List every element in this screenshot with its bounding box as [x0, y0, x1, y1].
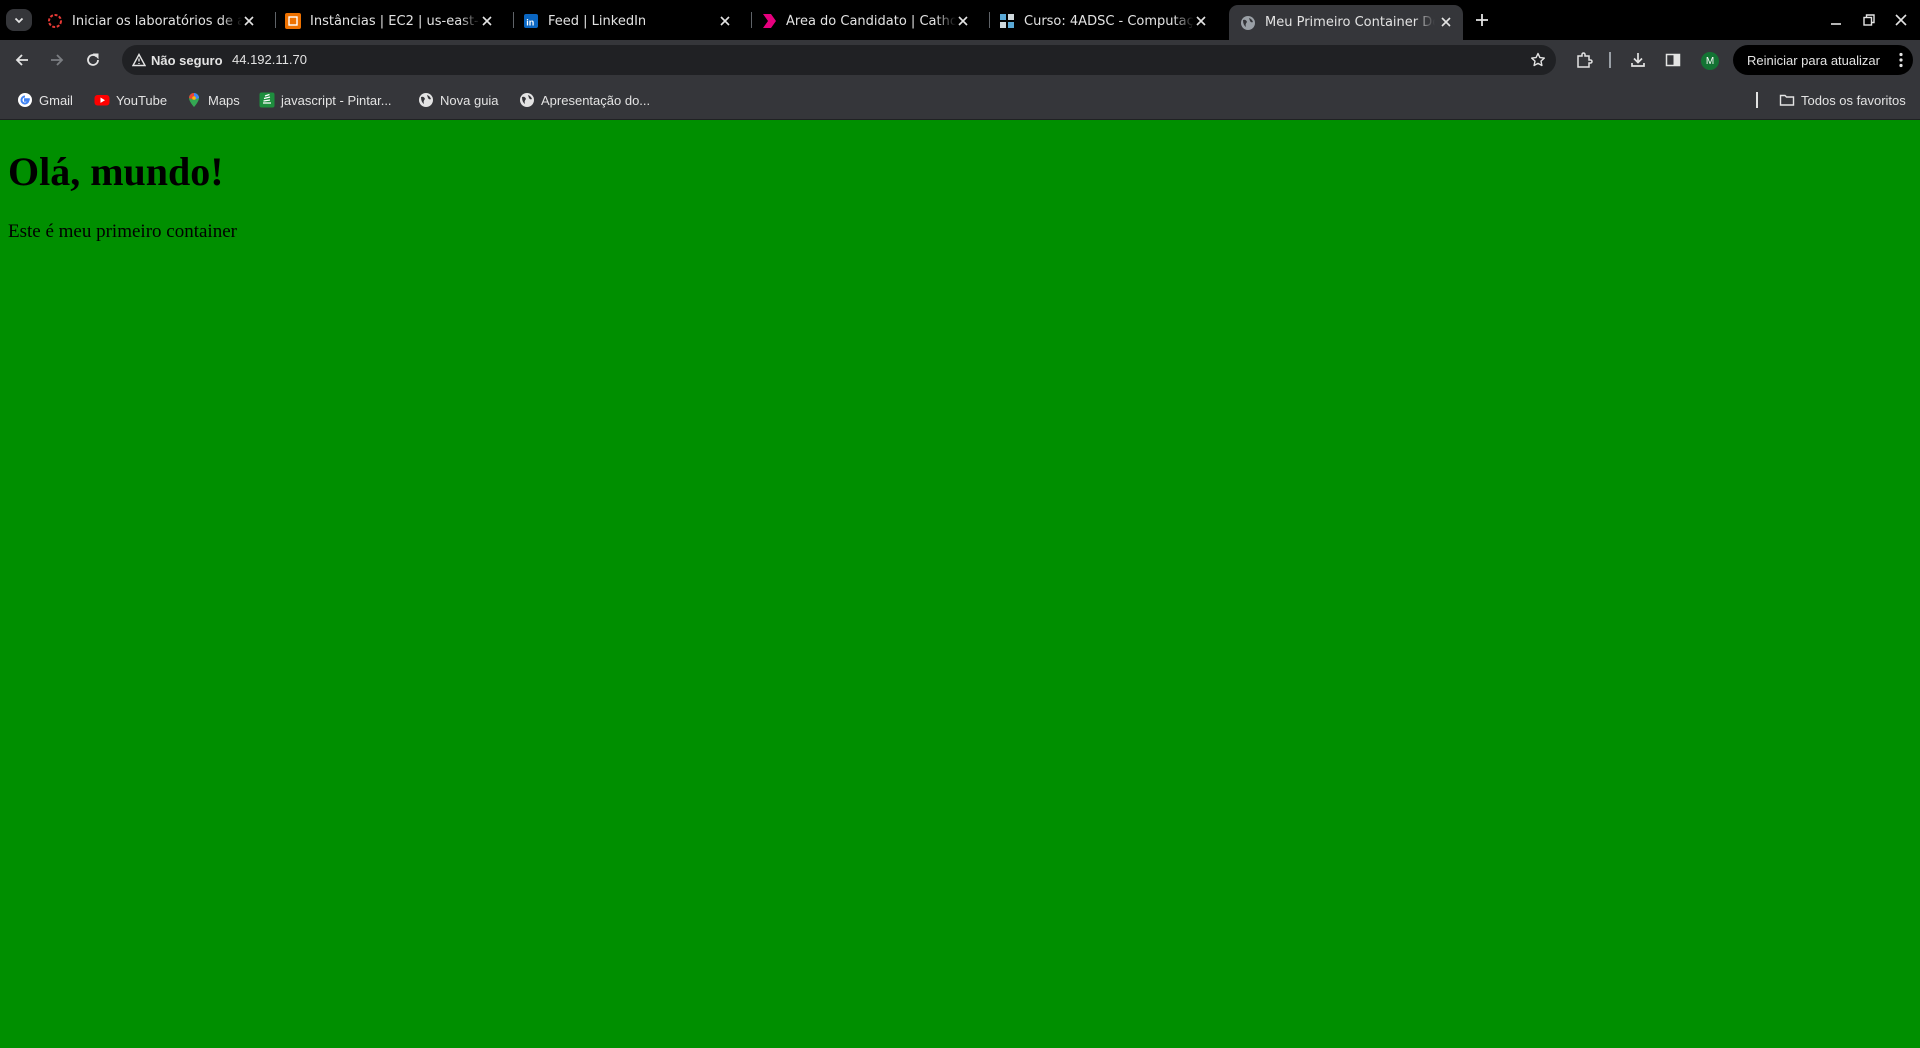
url-text[interactable]: 44.192.11.70: [232, 52, 307, 67]
aws-ec2-icon: [285, 13, 301, 29]
globe-icon: [418, 92, 434, 108]
bookmarks-divider: [1756, 92, 1758, 108]
plus-icon: [1476, 14, 1488, 26]
minimize-icon: [1831, 23, 1841, 25]
close-icon[interactable]: [1193, 13, 1209, 29]
new-tab-button[interactable]: [1472, 10, 1492, 30]
toolbar-divider: [1609, 52, 1611, 68]
tab-meu-primeiro-container[interactable]: Meu Primeiro Container Doc: [1229, 5, 1463, 40]
arrow-right-icon: [51, 54, 64, 66]
chevron-down-icon: [14, 17, 24, 24]
tab-title: Área do Candidato | Catho: [786, 13, 956, 29]
tab-linkedin[interactable]: in Feed | LinkedIn: [512, 6, 742, 36]
bookmark-label: YouTube: [116, 92, 168, 108]
update-button-label: Reiniciar para atualizar: [1747, 52, 1880, 68]
bookmark-youtube[interactable]: YouTube: [88, 90, 167, 110]
bookmark-apresentacao[interactable]: Apresentação do...: [513, 90, 650, 110]
arrow-left-icon: [15, 54, 28, 66]
side-panel-button[interactable]: [1661, 48, 1685, 72]
tab-curso-4adsc[interactable]: Curso: 4ADSC - Computação: [988, 6, 1218, 36]
warning-triangle-icon: [132, 53, 146, 67]
close-icon[interactable]: [241, 13, 257, 29]
extensions-button[interactable]: [1572, 48, 1596, 72]
bookmark-javascript-pintar[interactable]: javascript - Pintar...: [253, 90, 392, 110]
maps-icon: [186, 92, 202, 108]
forward-button[interactable]: [45, 48, 69, 72]
bookmark-gmail[interactable]: Gmail: [11, 90, 73, 110]
bookmark-label: Nova guia: [440, 92, 499, 108]
minimize-button[interactable]: [1826, 10, 1846, 30]
bookmark-nova-guia[interactable]: Nova guia: [412, 90, 499, 110]
restore-button[interactable]: [1859, 10, 1879, 30]
page-heading: Olá, mundo!: [8, 149, 224, 194]
security-indicator[interactable]: Não seguro: [128, 49, 231, 71]
bookmark-star-button[interactable]: [1528, 50, 1548, 70]
browser-toolbar: Não seguro 44.192.11.70 M Reiniciar para…: [0, 40, 1920, 80]
security-label: Não seguro: [151, 52, 223, 68]
stackoverflow-icon: [259, 92, 275, 108]
moodle-icon: [999, 13, 1015, 29]
google-icon: [17, 92, 33, 108]
folder-icon: [1779, 92, 1795, 108]
puzzle-icon: [1577, 52, 1593, 68]
profile-avatar[interactable]: M: [1701, 52, 1719, 70]
bookmark-label: javascript - Pintar...: [281, 92, 392, 108]
close-icon[interactable]: [1438, 14, 1454, 30]
all-bookmarks-label: Todos os favoritos: [1801, 92, 1906, 108]
linkedin-icon: in: [523, 13, 539, 29]
reload-button[interactable]: [81, 48, 105, 72]
close-icon[interactable]: [717, 13, 733, 29]
download-icon: [1631, 53, 1645, 67]
address-bar[interactable]: Não seguro 44.192.11.70: [122, 45, 1556, 75]
tab-strip: Iniciar os laboratórios de ap Instâncias…: [0, 0, 1920, 40]
close-icon[interactable]: [955, 13, 971, 29]
bookmark-label: Gmail: [39, 92, 73, 108]
more-vertical-icon: [1899, 52, 1903, 68]
tab-title: Meu Primeiro Container Doc: [1265, 15, 1435, 30]
tab-title: Iniciar os laboratórios de ap: [72, 13, 242, 29]
tab-ec2-instances[interactable]: Instâncias | EC2 | us-east-1: [274, 6, 504, 36]
restore-icon: [1863, 14, 1875, 26]
bookmark-maps[interactable]: Maps: [180, 90, 240, 110]
tab-aws-academy[interactable]: Iniciar os laboratórios de ap: [36, 6, 266, 36]
restart-to-update-button[interactable]: Reiniciar para atualizar: [1733, 45, 1913, 75]
reload-icon: [87, 53, 99, 66]
youtube-icon: [94, 92, 110, 108]
tab-title: Instâncias | EC2 | us-east-1: [310, 13, 480, 29]
tab-catho[interactable]: Área do Candidato | Catho: [750, 6, 980, 36]
aws-academy-icon: [47, 13, 63, 29]
back-button[interactable]: [10, 48, 34, 72]
svg-text:in: in: [526, 17, 534, 27]
tab-title: Curso: 4ADSC - Computação: [1024, 13, 1194, 29]
all-bookmarks-button[interactable]: Todos os favoritos: [1773, 90, 1906, 110]
catho-icon: [761, 13, 777, 29]
page-paragraph: Este é meu primeiro container: [8, 221, 237, 242]
downloads-button[interactable]: [1626, 48, 1650, 72]
close-icon: [1895, 14, 1907, 26]
side-panel-icon: [1665, 53, 1681, 67]
globe-icon: [519, 92, 535, 108]
bookmarks-bar: Gmail YouTube Maps javascript - Pintar..…: [0, 80, 1920, 120]
star-icon: [1531, 52, 1545, 67]
web-page-content: Olá, mundo! Este é meu primeiro containe…: [0, 121, 1920, 1048]
bookmark-label: Apresentação do...: [541, 92, 651, 108]
tab-title: Feed | LinkedIn: [548, 13, 647, 29]
close-icon[interactable]: [479, 13, 495, 29]
close-window-button[interactable]: [1891, 10, 1911, 30]
tab-search-button[interactable]: [6, 9, 32, 31]
globe-icon: [1240, 15, 1256, 31]
bookmark-label: Maps: [208, 92, 240, 108]
